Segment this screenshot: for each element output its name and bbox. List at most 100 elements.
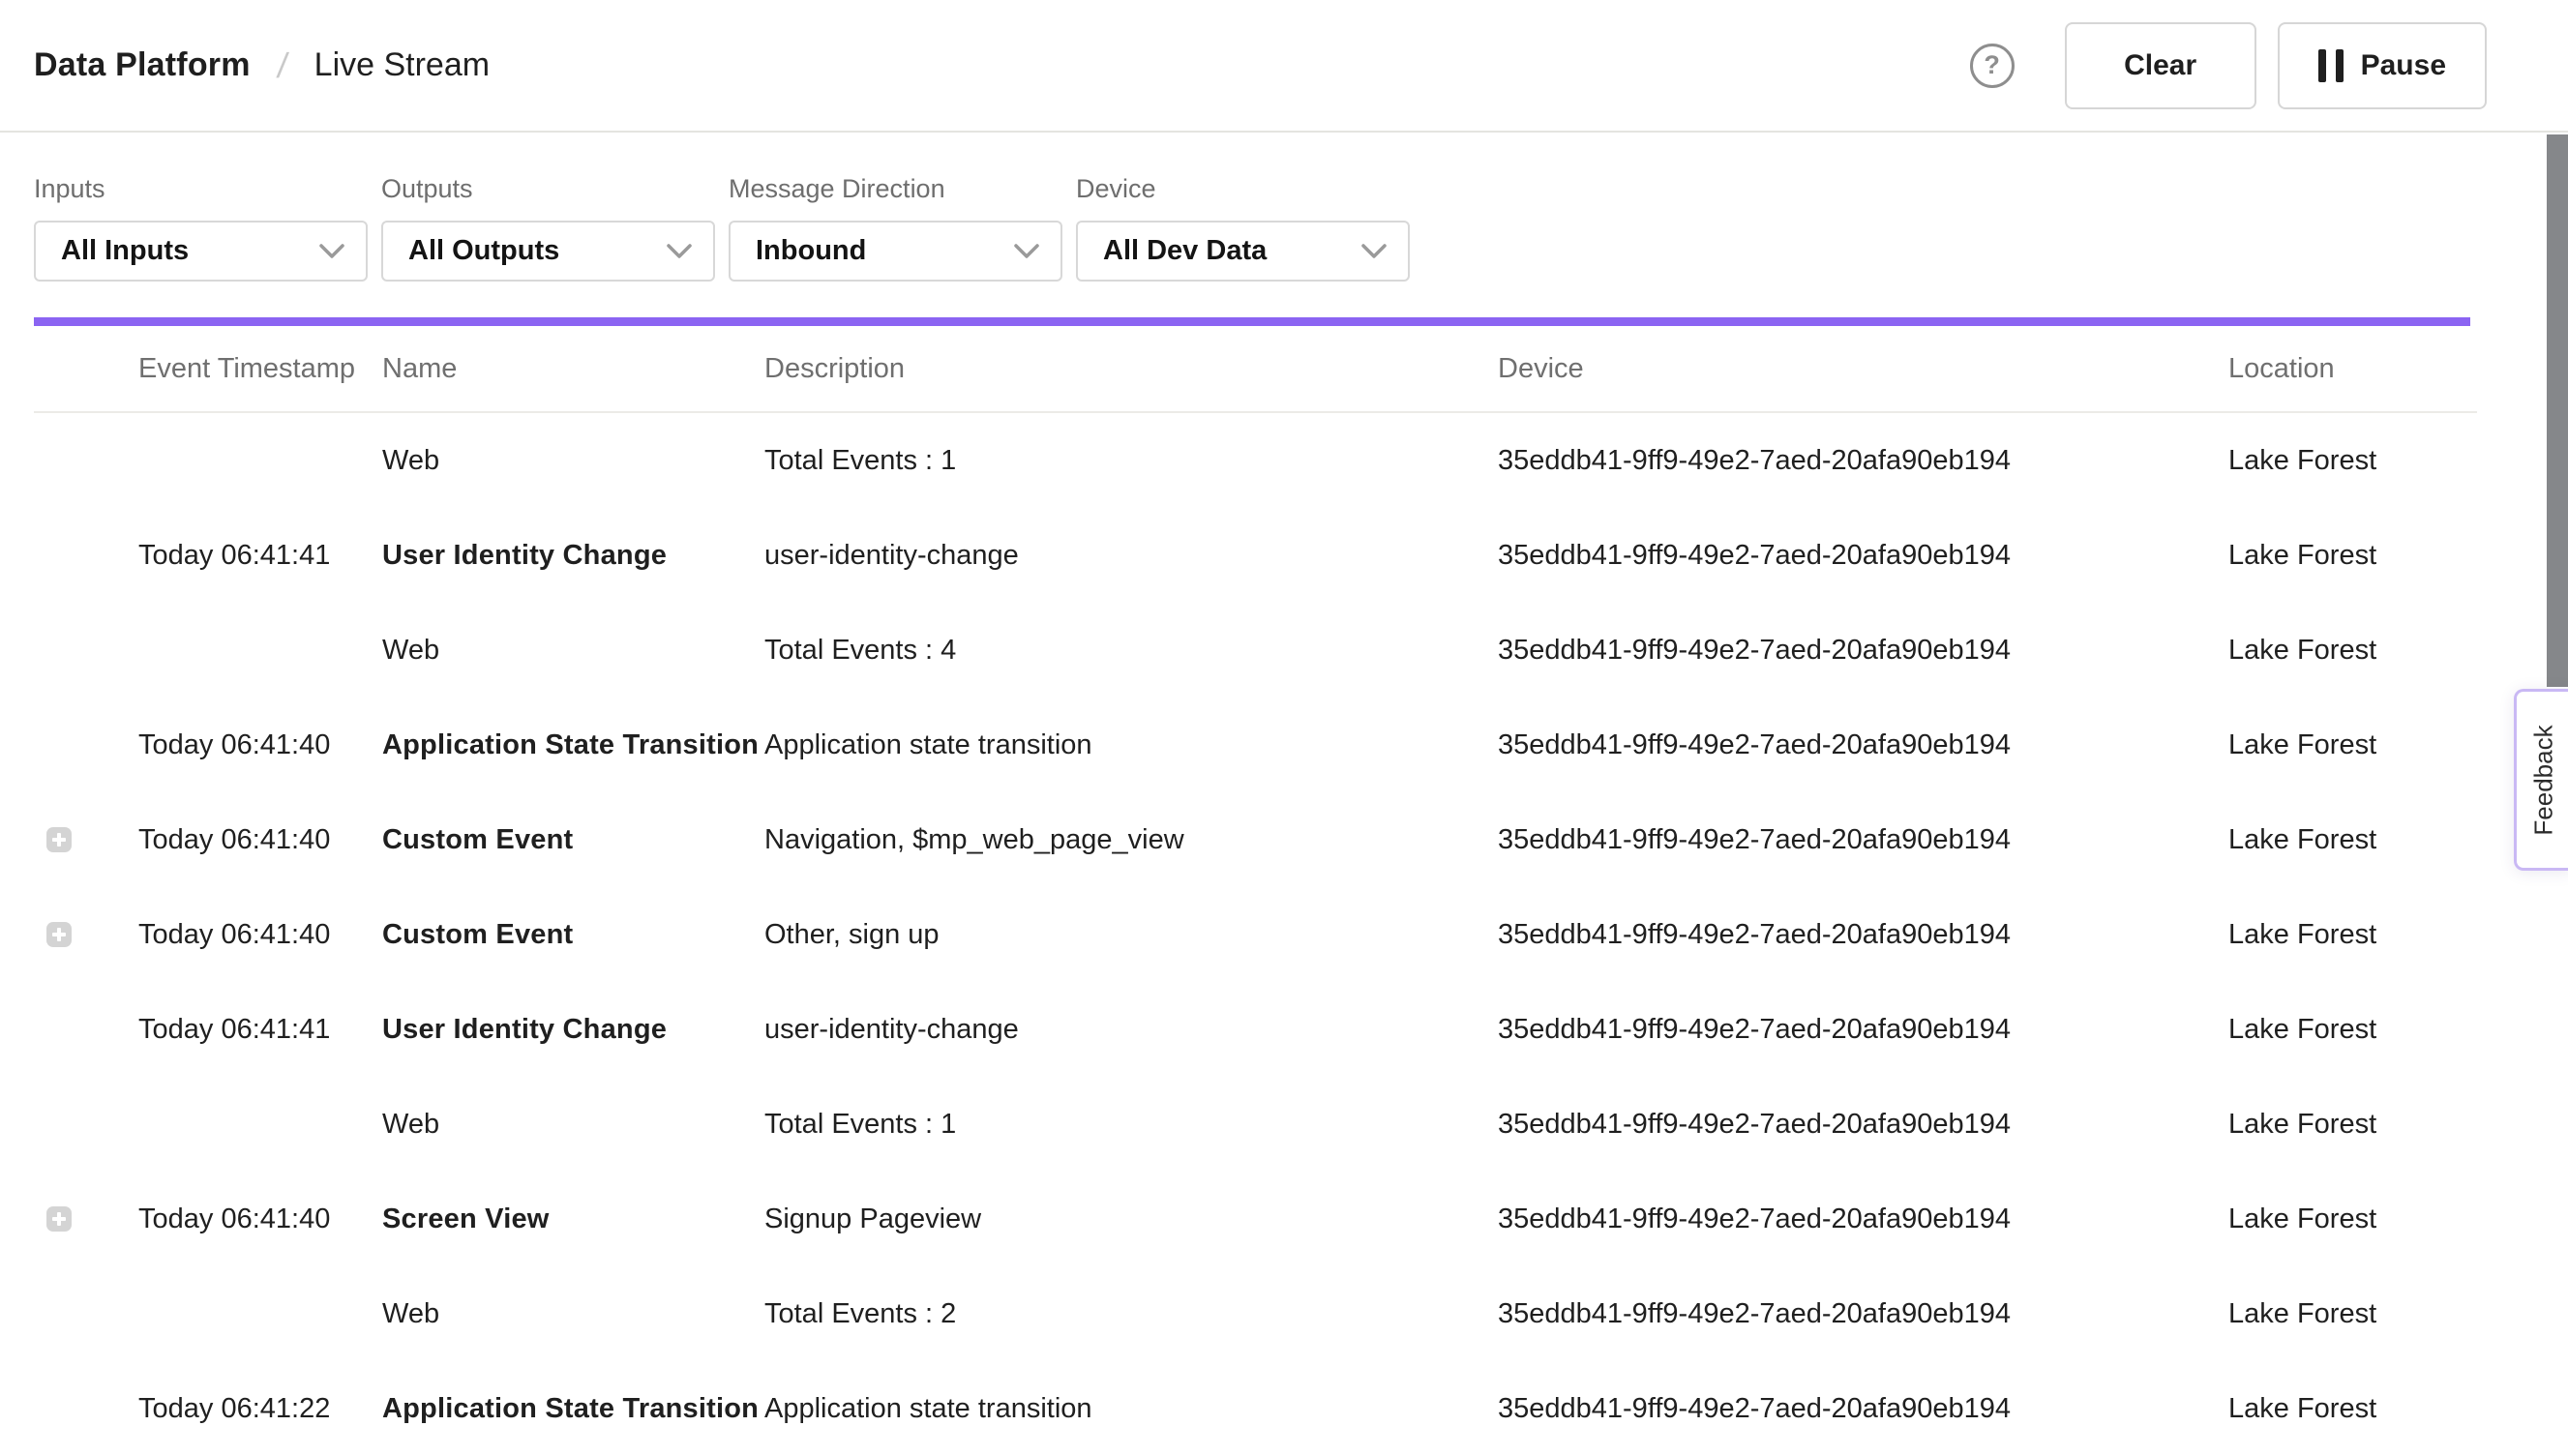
cell-name: Screen View [382, 1203, 764, 1235]
cell-device: 35eddb41-9ff9-49e2-7aed-20afa90eb194 [1498, 1393, 2228, 1425]
cell-name: User Identity Change [382, 540, 764, 572]
cell-description: Application state transition [764, 729, 1498, 761]
table-row[interactable]: Today 06:41:40 Application State Transit… [34, 698, 2568, 792]
top-bar: Data Platform / Live Stream ? Clear Paus… [0, 0, 2568, 133]
cell-name: Web [382, 635, 764, 667]
cell-device: 35eddb41-9ff9-49e2-7aed-20afa90eb194 [1498, 635, 2228, 667]
table-row[interactable]: Today 06:41:41 User Identity Change user… [34, 508, 2568, 603]
expand-row-button[interactable] [46, 1206, 72, 1232]
feedback-tab[interactable]: Feedback [2514, 689, 2568, 871]
cell-location: Lake Forest [2228, 540, 2568, 572]
cell-description: Application state transition [764, 1393, 1498, 1425]
clear-button-label: Clear [2124, 49, 2196, 82]
cell-name: Web [382, 1298, 764, 1330]
breadcrumb-separator: / [275, 45, 290, 86]
outputs-dropdown-value: All Outputs [408, 235, 559, 267]
inputs-dropdown[interactable]: All Inputs [34, 221, 368, 282]
cell-expand [34, 543, 138, 568]
cell-event-timestamp: Today 06:41:40 [138, 1203, 382, 1235]
expand-row-button[interactable] [46, 827, 72, 852]
cell-event-timestamp: Today 06:41:41 [138, 540, 382, 572]
table-header: Event Timestamp Name Description Device … [34, 326, 2477, 413]
cell-event-timestamp: Today 06:41:40 [138, 729, 382, 761]
expand-row-button[interactable] [46, 922, 72, 947]
cell-location: Lake Forest [2228, 1298, 2568, 1330]
device-dropdown-value: All Dev Data [1103, 235, 1267, 267]
chevron-down-icon [319, 244, 344, 259]
table-body: Web Total Events : 1 35eddb41-9ff9-49e2-… [34, 413, 2568, 1456]
filter-message-direction-label: Message Direction [729, 174, 1062, 204]
breadcrumb-item-data-platform[interactable]: Data Platform [34, 46, 251, 84]
column-header-name: Name [382, 353, 764, 385]
top-bar-actions: ? Clear Pause [1970, 22, 2487, 109]
pause-icon [2318, 49, 2344, 82]
table-row[interactable]: Web Total Events : 1 35eddb41-9ff9-49e2-… [34, 1077, 2568, 1172]
help-icon[interactable]: ? [1970, 44, 2015, 88]
column-header-event-timestamp: Event Timestamp [138, 353, 382, 385]
cell-name: Web [382, 1109, 764, 1141]
column-header-location: Location [2228, 353, 2477, 385]
table-row[interactable]: Web Total Events : 4 35eddb41-9ff9-49e2-… [34, 603, 2568, 698]
pause-button[interactable]: Pause [2278, 22, 2487, 109]
cell-description: user-identity-change [764, 1014, 1498, 1046]
filter-outputs: Outputs All Outputs [381, 174, 715, 282]
filter-inputs: Inputs All Inputs [34, 174, 368, 282]
breadcrumb: Data Platform / Live Stream [34, 45, 490, 86]
cell-description: Navigation, $mp_web_page_view [764, 824, 1498, 856]
clear-button[interactable]: Clear [2065, 22, 2256, 109]
cell-device: 35eddb41-9ff9-49e2-7aed-20afa90eb194 [1498, 1014, 2228, 1046]
cell-event-timestamp: Today 06:41:41 [138, 1014, 382, 1046]
cell-description: Total Events : 1 [764, 1109, 1498, 1141]
cell-expand [34, 1017, 138, 1042]
table-row[interactable]: Web Total Events : 1 35eddb41-9ff9-49e2-… [34, 413, 2568, 508]
cell-location: Lake Forest [2228, 1109, 2568, 1141]
vertical-scrollbar-thumb[interactable] [2547, 134, 2568, 687]
cell-name: Custom Event [382, 919, 764, 951]
cell-expand [34, 1301, 138, 1326]
cell-expand [34, 1206, 138, 1232]
chevron-down-icon [1014, 244, 1039, 259]
chevron-down-icon [667, 244, 692, 259]
message-direction-dropdown[interactable]: Inbound [729, 221, 1062, 282]
cell-name: Application State Transition [382, 729, 764, 761]
plus-icon [52, 833, 66, 847]
cell-location: Lake Forest [2228, 635, 2568, 667]
cell-device: 35eddb41-9ff9-49e2-7aed-20afa90eb194 [1498, 540, 2228, 572]
table-row[interactable]: Today 06:41:40 Custom Event Other, sign … [34, 887, 2568, 982]
table-row[interactable]: Today 06:41:41 User Identity Change user… [34, 982, 2568, 1077]
cell-expand [34, 1112, 138, 1137]
cell-name: Application State Transition [382, 1393, 764, 1425]
cell-location: Lake Forest [2228, 1393, 2568, 1425]
inputs-dropdown-value: All Inputs [61, 235, 189, 267]
outputs-dropdown[interactable]: All Outputs [381, 221, 715, 282]
cell-expand [34, 638, 138, 663]
cell-description: Signup Pageview [764, 1203, 1498, 1235]
device-dropdown[interactable]: All Dev Data [1076, 221, 1410, 282]
cell-expand [34, 732, 138, 758]
cell-location: Lake Forest [2228, 1203, 2568, 1235]
cell-description: Other, sign up [764, 919, 1498, 951]
chevron-down-icon [1361, 244, 1387, 259]
cell-event-timestamp: Today 06:41:40 [138, 824, 382, 856]
cell-name: Custom Event [382, 824, 764, 856]
live-stream-progress-bar [34, 317, 2470, 326]
cell-device: 35eddb41-9ff9-49e2-7aed-20afa90eb194 [1498, 729, 2228, 761]
cell-description: user-identity-change [764, 540, 1498, 572]
cell-device: 35eddb41-9ff9-49e2-7aed-20afa90eb194 [1498, 445, 2228, 477]
cell-name: Web [382, 445, 764, 477]
table-row[interactable]: Today 06:41:40 Custom Event Navigation, … [34, 792, 2568, 887]
feedback-tab-label: Feedback [2529, 725, 2559, 835]
cell-location: Lake Forest [2228, 919, 2568, 951]
cell-description: Total Events : 2 [764, 1298, 1498, 1330]
message-direction-dropdown-value: Inbound [756, 235, 866, 267]
table-row[interactable]: Web Total Events : 2 35eddb41-9ff9-49e2-… [34, 1266, 2568, 1361]
table-row[interactable]: Today 06:41:22 Application State Transit… [34, 1361, 2568, 1456]
pause-button-label: Pause [2361, 49, 2446, 82]
filters-bar: Inputs All Inputs Outputs All Outputs Me… [0, 133, 2568, 282]
cell-expand [34, 1396, 138, 1421]
cell-description: Total Events : 4 [764, 635, 1498, 667]
filter-message-direction: Message Direction Inbound [729, 174, 1062, 282]
breadcrumb-item-live-stream: Live Stream [314, 46, 490, 84]
table-row[interactable]: Today 06:41:40 Screen View Signup Pagevi… [34, 1172, 2568, 1266]
column-header-description: Description [764, 353, 1498, 385]
